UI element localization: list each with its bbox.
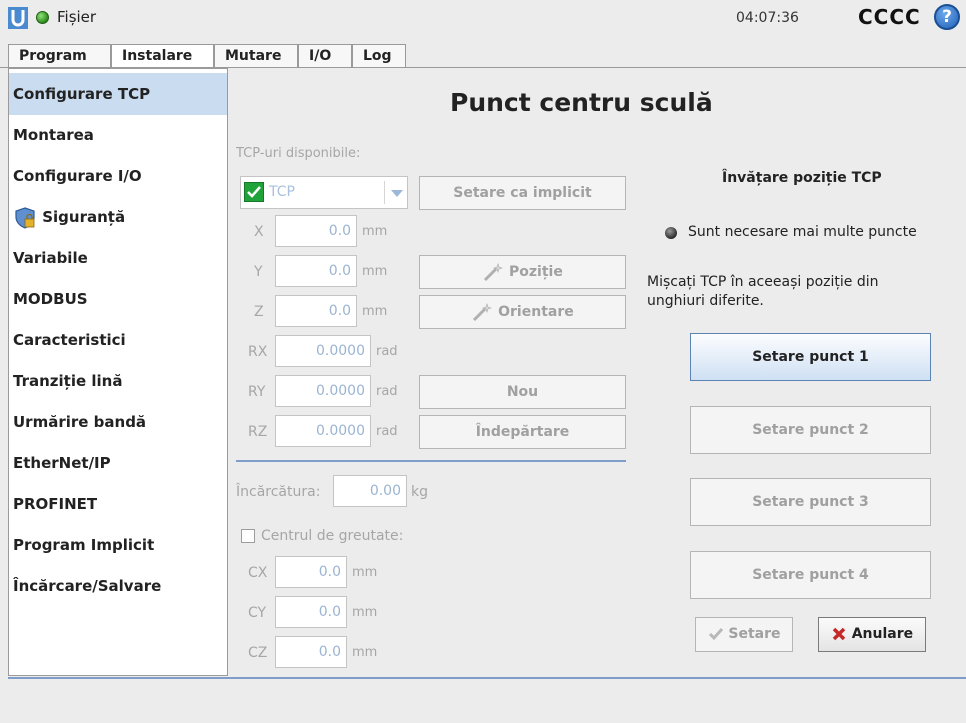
ur-logo-icon [8, 7, 28, 29]
rz-field[interactable]: 0.0000 [275, 415, 371, 447]
rx-label: RX [248, 344, 268, 360]
payload-unit: kg [411, 484, 428, 500]
orientation-button[interactable]: Orientare [419, 295, 626, 329]
status-led-icon [665, 227, 677, 239]
set-point-2-button[interactable]: Setare punct 2 [690, 406, 931, 454]
page-title: Punct centru sculă [450, 88, 713, 117]
sidebar-item-urmarire-banda[interactable]: Urmărire bandă [9, 401, 227, 443]
position-button-label: Poziție [509, 264, 563, 280]
cz-unit: mm [352, 645, 378, 660]
z-unit: mm [362, 304, 388, 319]
checkmark-icon [708, 628, 723, 641]
rz-label: RZ [248, 424, 268, 440]
tab-instalare[interactable]: Instalare [111, 44, 214, 69]
sidebar-item-siguranta[interactable]: Siguranță [9, 196, 227, 238]
z-label: Z [254, 304, 264, 320]
sidebar-item-profinet[interactable]: PROFINET [9, 483, 227, 525]
file-menu[interactable]: Fișier [57, 8, 96, 26]
cy-label: CY [248, 605, 267, 621]
orientation-button-label: Orientare [498, 304, 574, 320]
safety-shield-icon [15, 206, 35, 229]
cz-field[interactable]: 0.0 [275, 636, 347, 668]
rz-unit: rad [376, 424, 398, 439]
teach-title: Învățare poziție TCP [722, 170, 882, 186]
cx-label: CX [248, 565, 268, 581]
cz-label: CZ [248, 645, 268, 661]
new-tcp-button[interactable]: Nou [419, 375, 626, 409]
cancel-button-label: Anulare [851, 626, 914, 642]
y-unit: mm [362, 264, 388, 279]
cy-unit: mm [352, 605, 378, 620]
robot-status-icon [36, 11, 49, 24]
tcp-dropdown[interactable]: TCP [240, 176, 408, 209]
set-point-1-button[interactable]: Setare punct 1 [690, 333, 931, 381]
ry-field[interactable]: 0.0000 [275, 375, 371, 407]
magic-wand-icon [484, 263, 504, 282]
position-button[interactable]: Poziție [419, 255, 626, 289]
y-label: Y [254, 264, 263, 280]
ry-unit: rad [376, 384, 398, 399]
help-icon[interactable]: ? [934, 4, 960, 30]
sidebar-item-configurare-tcp[interactable]: Configurare TCP [9, 73, 227, 115]
cy-field[interactable]: 0.0 [275, 596, 347, 628]
x-field[interactable]: 0.0 [275, 215, 357, 247]
teach-status: Sunt necesare mai multe puncte [688, 224, 917, 240]
sidebar-item-montarea[interactable]: Montarea [9, 114, 227, 156]
payload-field[interactable]: 0.00 [333, 475, 407, 507]
clock: 04:07:36 [736, 10, 799, 26]
chevron-down-icon [391, 190, 403, 197]
tcp-check-icon [244, 182, 264, 202]
rx-field[interactable]: 0.0000 [275, 335, 371, 367]
close-icon [832, 627, 846, 641]
sidebar: Configurare TCP Montarea Configurare I/O… [8, 68, 228, 676]
cog-checkbox[interactable] [241, 529, 255, 543]
sidebar-item-caracteristici[interactable]: Caracteristici [9, 319, 227, 361]
set-point-4-button[interactable]: Setare punct 4 [690, 551, 931, 599]
available-tcps-label: TCP-uri disponibile: [236, 146, 361, 161]
magic-wand-icon [473, 303, 493, 322]
y-field[interactable]: 0.0 [275, 255, 357, 287]
tab-program[interactable]: Program [8, 44, 111, 68]
cancel-button[interactable]: Anulare [818, 617, 926, 652]
dropdown-separator [384, 181, 385, 204]
sidebar-item-program-implicit[interactable]: Program Implicit [9, 524, 227, 566]
cog-checkbox-label: Centrul de greutate: [261, 528, 404, 544]
tab-io[interactable]: I/O [298, 44, 352, 68]
ry-label: RY [248, 384, 266, 400]
tab-mutare[interactable]: Mutare [214, 44, 298, 68]
sidebar-item-incarcare-salvare[interactable]: Încărcare/Salvare [9, 565, 227, 607]
teach-instruction: Mișcați TCP în aceeași poziție din unghi… [647, 274, 879, 309]
sidebar-item-label: Siguranță [42, 208, 126, 226]
cx-field[interactable]: 0.0 [275, 556, 347, 588]
top-bar: Fișier 04:07:36 CCCC ? [0, 0, 966, 36]
sidebar-item-variabile[interactable]: Variabile [9, 237, 227, 279]
remove-tcp-button[interactable]: Îndepărtare [419, 415, 626, 449]
z-field[interactable]: 0.0 [275, 295, 357, 327]
tcp-selected-value: TCP [269, 184, 295, 200]
set-point-3-button[interactable]: Setare punct 3 [690, 478, 931, 526]
tab-log[interactable]: Log [352, 44, 406, 68]
robot-name: CCCC [858, 5, 921, 29]
footer-divider [8, 677, 966, 679]
x-unit: mm [362, 224, 388, 239]
section-divider [236, 460, 626, 462]
set-default-button[interactable]: Setare ca implicit [419, 176, 626, 210]
set-button-label: Setare [728, 626, 781, 642]
rx-unit: rad [376, 344, 398, 359]
payload-label: Încărcătura: [236, 484, 321, 500]
sidebar-item-configurare-io[interactable]: Configurare I/O [9, 155, 227, 197]
cx-unit: mm [352, 565, 378, 580]
set-button[interactable]: Setare [695, 617, 793, 652]
sidebar-item-ethernet-ip[interactable]: EtherNet/IP [9, 442, 227, 484]
x-label: X [254, 224, 264, 240]
sidebar-item-tranzitie-lina[interactable]: Tranziție lină [9, 360, 227, 402]
sidebar-item-modbus[interactable]: MODBUS [9, 278, 227, 320]
